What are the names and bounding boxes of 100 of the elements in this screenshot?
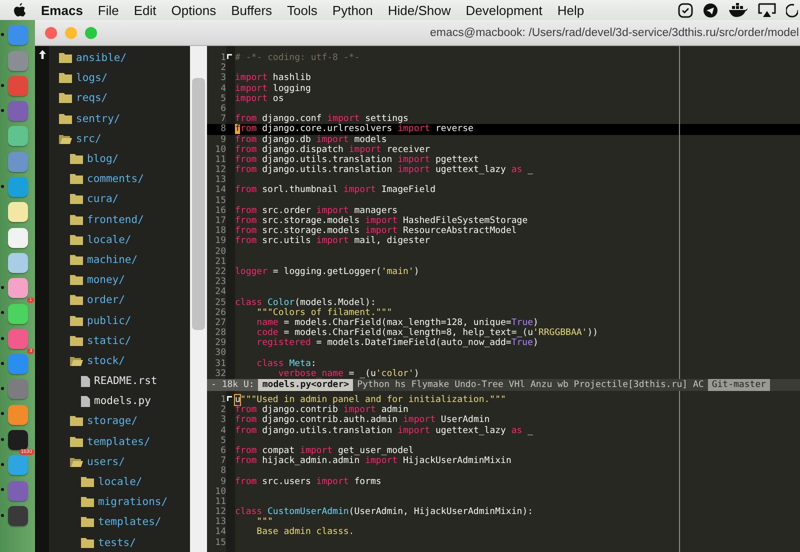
mode-line-buffer: models.py<order> [258,379,354,391]
code-line: # -*- coding: utf-8 -*- [235,53,360,64]
code-line: from src.users import forms [235,476,382,487]
code-line: class CustomUserAdmin(UserAdmin, HijackUserAdminMixin): [235,507,534,518]
folder-name[interactable]: locale/ [87,234,132,246]
folder-name[interactable]: users/ [87,456,125,468]
code-line: from src.utils import mail, digester [235,236,430,247]
line-number: 26 [214,308,226,318]
line-number: 6 [220,104,226,114]
folder-name[interactable]: ansible/ [76,52,127,64]
line-number: 4 [220,84,226,94]
folder-icon [59,93,72,104]
line-number: 12 [214,507,226,518]
scrollbar-thumb[interactable] [192,78,205,330]
folder-icon [70,174,83,184]
line-number: 23 [214,277,226,288]
menu-item[interactable]: Python [332,2,373,18]
folder-name[interactable]: comments/ [87,173,144,186]
line-number: 15 [214,196,226,206]
whale-icon[interactable] [728,3,748,17]
zoom-button[interactable] [85,26,97,38]
up-arrow-icon[interactable] [38,50,46,59]
app-icon[interactable] [8,252,28,273]
folder-name[interactable]: reqs/ [76,92,108,104]
fringe-corner-icon [227,396,232,401]
line-number: 10 [214,486,226,497]
app-icon[interactable] [8,278,28,298]
running-dot [1,286,4,289]
folder-name[interactable]: static/ [87,334,132,347]
folder-name[interactable]: locale/ [98,476,142,488]
line-number: 3 [220,73,226,84]
folder-icon [59,73,72,84]
folder-name[interactable]: public/ [87,314,132,327]
line-number: 14 [214,527,226,538]
line-number: 13 [214,175,226,186]
code-line: from src.storage.models import ResourceAbstractModel [235,226,517,236]
code-line: from django.utils.translation import ugettext_lazy as _ [235,165,534,176]
apple-logo-icon[interactable] [14,3,26,17]
menu-item[interactable]: Options [171,2,216,18]
paper-plane-icon[interactable] [703,2,718,18]
folder-name[interactable]: sentry/ [76,112,120,125]
app-icon[interactable] [8,202,28,222]
check-badge-icon[interactable] [678,2,693,18]
fringe-corner-icon [227,54,232,59]
line-number: 8 [220,466,226,476]
running-dot [1,108,4,112]
menu-item[interactable]: Help [557,2,584,18]
line-number: 2 [220,405,226,416]
line-number: 18 [214,226,226,236]
line-number: 13 [214,517,226,528]
folder-name[interactable]: templates/ [87,436,150,448]
menu-item[interactable]: File [98,2,119,18]
app-icon[interactable] [8,506,28,526]
folder-name[interactable]: money/ [87,274,125,286]
line-number: 31 [214,358,226,369]
code-line: name = models.CharField(max_length=128, unique=True) [256,318,538,328]
app-menu[interactable]: Emacs [41,2,83,18]
file-name[interactable]: README.rst [94,375,158,388]
folder-icon [70,154,83,164]
folder-name[interactable]: order/ [87,294,125,306]
menu-item[interactable]: Hide/Show [388,2,451,18]
running-dot [1,488,4,492]
folder-name[interactable]: stock/ [87,354,125,367]
folder-icon [70,254,83,265]
folder-name[interactable]: logs/ [76,72,108,84]
screen-mirroring-icon[interactable] [758,3,776,17]
running-dot [1,33,4,36]
app-icon[interactable] [8,228,28,248]
folder-name[interactable]: src/ [76,132,102,145]
folder-name[interactable]: frontend/ [87,214,144,226]
folder-name[interactable]: migrations/ [98,496,168,508]
code-line: class Meta: [256,358,316,369]
file-name[interactable]: models.py [94,395,151,408]
menu-item[interactable]: Buffers [231,2,272,18]
line-number: 15 [214,538,226,548]
close-button[interactable] [45,26,57,38]
folder-icon [70,416,83,426]
folder-name[interactable]: cura/ [87,193,119,206]
folder-name[interactable]: blog/ [87,153,119,166]
running-dot [1,438,4,441]
folder-icon [59,53,72,64]
folder-icon [70,214,83,225]
app-icon[interactable] [8,126,28,146]
line-number: 1 [220,395,226,405]
line-number: 16 [214,206,226,216]
app-icon[interactable] [8,304,28,324]
menu-item[interactable]: Edit [134,2,156,18]
menu-item[interactable]: Tools [287,2,318,18]
folder-name[interactable]: tests/ [98,536,136,549]
open-folder-icon [70,456,83,467]
minimize-button[interactable] [65,26,77,38]
line-number: 8 [220,124,226,134]
app-icon[interactable] [8,430,28,450]
menu-item[interactable]: Development [466,2,542,18]
folder-name[interactable]: machine/ [87,254,138,266]
code-line: from django.utils.translation import ugettext_lazy as _ [235,426,534,436]
code-line: from sorl.thumbnail import ImageField [235,185,436,196]
code-line: from compat import get_user_model [235,446,414,456]
folder-name[interactable]: templates/ [98,516,162,528]
folder-name[interactable]: storage/ [87,415,138,428]
